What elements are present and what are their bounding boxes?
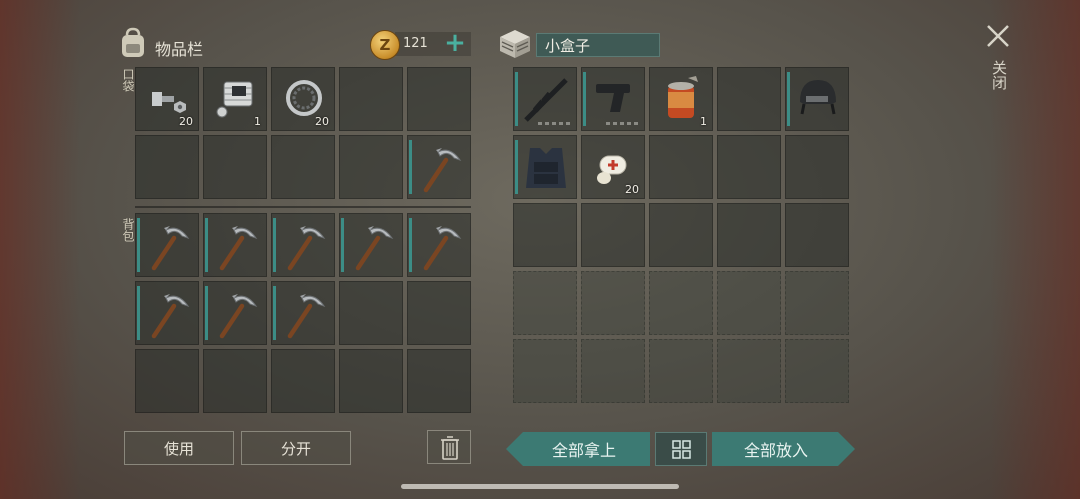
inventory-slot[interactable] xyxy=(581,67,645,131)
section-divider xyxy=(135,206,471,208)
durability-bar xyxy=(409,140,412,194)
durability-bar xyxy=(273,286,276,340)
inventory-slot[interactable] xyxy=(785,203,849,267)
item-count: 1 xyxy=(700,115,707,128)
inventory-slot[interactable] xyxy=(203,349,267,413)
inventory-slot[interactable] xyxy=(339,135,403,199)
add-coins-button[interactable]: + xyxy=(442,28,468,58)
trash-button[interactable] xyxy=(427,430,471,464)
inventory-slot[interactable] xyxy=(135,349,199,413)
inventory-slot[interactable] xyxy=(717,339,781,403)
inventory-slot[interactable] xyxy=(581,271,645,335)
inventory-slot[interactable]: 20 xyxy=(581,135,645,199)
backpack-icon xyxy=(122,27,144,57)
coin-count: 121 xyxy=(403,36,428,51)
durability-bar xyxy=(583,72,586,126)
inventory-slot[interactable] xyxy=(407,135,471,199)
coin-icon: Z xyxy=(370,30,400,60)
storage-box-icon xyxy=(500,30,530,58)
item-count: 1 xyxy=(254,115,261,128)
inventory-slot[interactable] xyxy=(717,135,781,199)
inventory-slot[interactable] xyxy=(649,339,713,403)
put-all-button[interactable]: 全部放入 xyxy=(712,432,840,466)
inventory-slot[interactable] xyxy=(513,67,577,131)
inventory-slot[interactable] xyxy=(717,271,781,335)
ammo-indicator xyxy=(538,122,570,125)
trash-icon xyxy=(441,436,459,460)
inventory-slot[interactable] xyxy=(135,281,199,345)
durability-bar xyxy=(137,286,140,340)
box-name-field[interactable]: 小盒子 xyxy=(536,33,660,57)
inventory-slot[interactable]: 1 xyxy=(203,67,267,131)
ammo-indicator xyxy=(606,122,638,125)
inventory-slot[interactable] xyxy=(407,67,471,131)
inventory-slot[interactable] xyxy=(649,271,713,335)
inventory-slot[interactable]: 1 xyxy=(649,67,713,131)
inventory-slot[interactable] xyxy=(649,135,713,199)
inventory-slot[interactable] xyxy=(407,349,471,413)
inventory-slot[interactable] xyxy=(581,203,645,267)
durability-bar xyxy=(137,218,140,272)
inventory-slot[interactable] xyxy=(513,271,577,335)
inventory-slot[interactable] xyxy=(717,203,781,267)
inventory-slot[interactable] xyxy=(785,339,849,403)
inventory-slot[interactable] xyxy=(785,271,849,335)
inventory-slot[interactable] xyxy=(407,281,471,345)
use-button[interactable]: 使用 xyxy=(124,431,234,465)
inventory-slot[interactable] xyxy=(203,135,267,199)
durability-bar xyxy=(341,218,344,272)
inventory-slot[interactable] xyxy=(339,67,403,131)
inventory-slot[interactable] xyxy=(785,67,849,131)
split-button[interactable]: 分开 xyxy=(241,431,351,465)
inventory-slot[interactable] xyxy=(135,213,199,277)
durability-bar xyxy=(273,218,276,272)
item-count: 20 xyxy=(179,115,193,128)
inventory-slot[interactable] xyxy=(513,203,577,267)
durability-bar xyxy=(787,72,790,126)
item-count: 20 xyxy=(625,183,639,196)
durability-bar xyxy=(515,140,518,194)
inventory-slot[interactable] xyxy=(513,135,577,199)
inventory-slot[interactable] xyxy=(271,281,335,345)
grid-sort-icon xyxy=(672,440,691,459)
close-label[interactable]: 关闭 xyxy=(989,60,1008,90)
durability-bar xyxy=(409,218,412,272)
inventory-title: 物品栏 xyxy=(155,40,204,59)
inventory-slot[interactable] xyxy=(339,213,403,277)
item-count: 20 xyxy=(315,115,329,128)
inventory-slot[interactable] xyxy=(339,349,403,413)
vignette-left xyxy=(0,0,80,499)
inventory-slot[interactable] xyxy=(581,339,645,403)
inventory-slot[interactable] xyxy=(271,213,335,277)
durability-bar xyxy=(515,72,518,126)
sort-button[interactable] xyxy=(655,432,707,466)
inventory-slot[interactable] xyxy=(135,135,199,199)
inventory-slot[interactable] xyxy=(203,213,267,277)
inventory-slot[interactable] xyxy=(407,213,471,277)
backpack-grid xyxy=(135,213,471,413)
take-all-button[interactable]: 全部拿上 xyxy=(520,432,648,466)
inventory-slot[interactable] xyxy=(203,281,267,345)
durability-bar xyxy=(205,286,208,340)
inventory-slot[interactable] xyxy=(649,203,713,267)
pocket-grid: 20 1 20 xyxy=(135,67,471,199)
inventory-slot[interactable] xyxy=(785,135,849,199)
inventory-slot[interactable] xyxy=(271,135,335,199)
inventory-slot[interactable] xyxy=(339,281,403,345)
inventory-slot[interactable] xyxy=(717,67,781,131)
inventory-slot[interactable] xyxy=(513,339,577,403)
durability-bar xyxy=(205,218,208,272)
box-grid: 1 20 xyxy=(513,67,849,413)
inventory-slot[interactable]: 20 xyxy=(135,67,199,131)
inventory-slot[interactable] xyxy=(271,349,335,413)
inventory-slot[interactable]: 20 xyxy=(271,67,335,131)
home-indicator[interactable] xyxy=(401,484,679,489)
close-icon[interactable] xyxy=(984,22,1012,50)
